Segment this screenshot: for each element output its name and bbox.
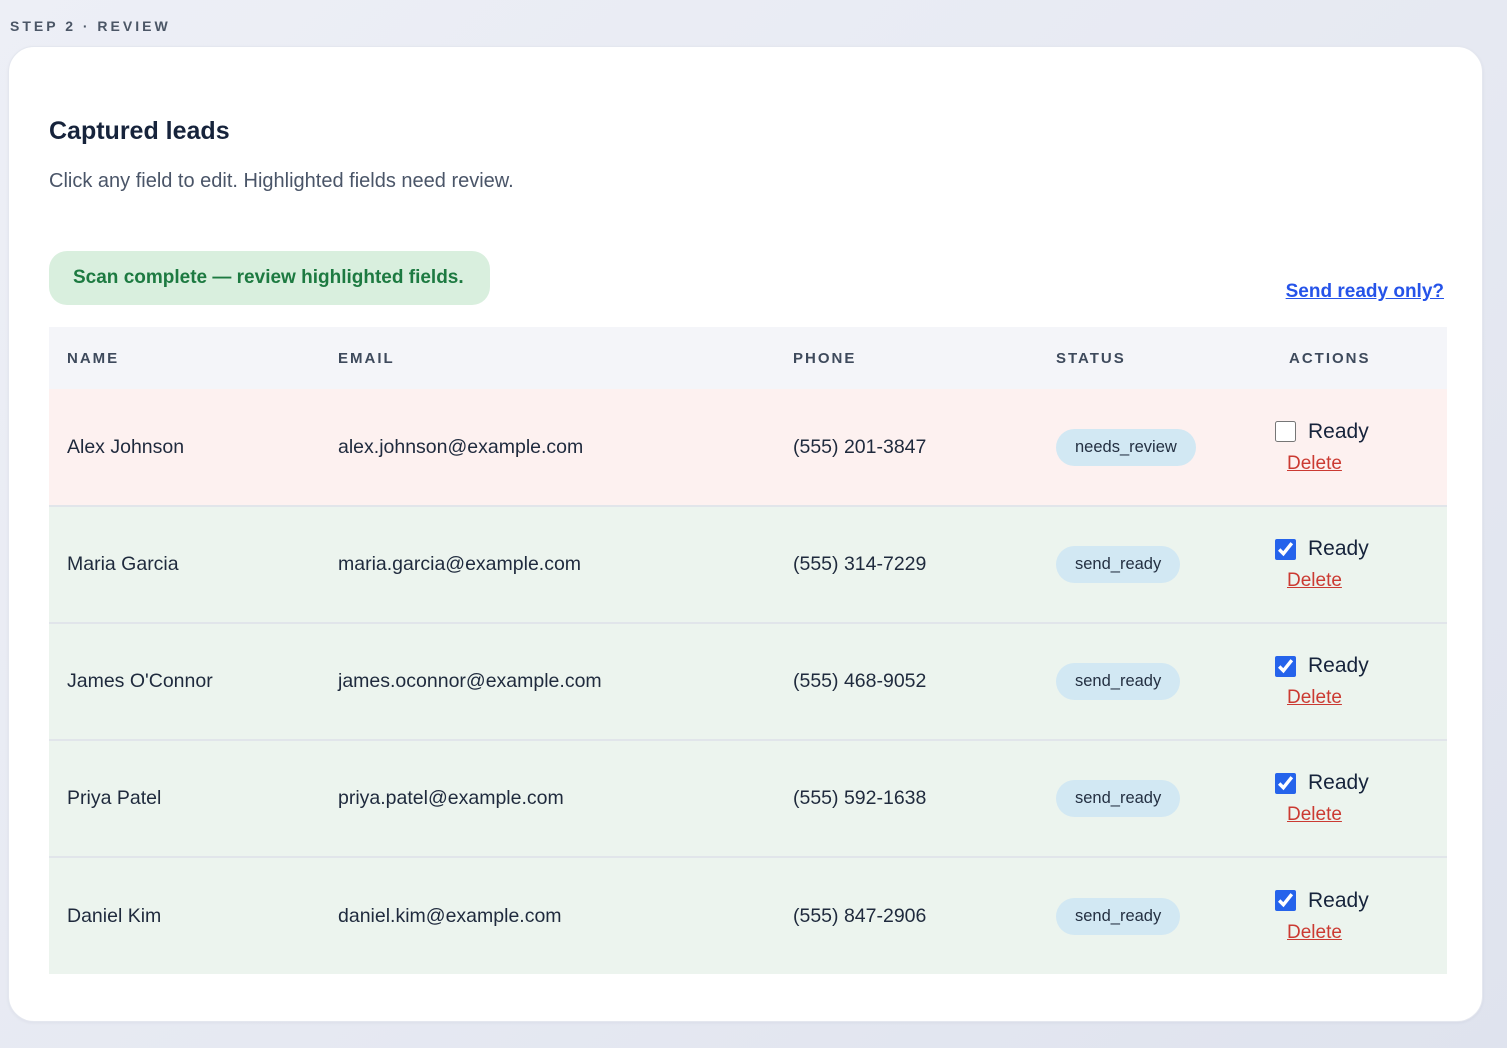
table-row: Alex Johnson alex.johnson@example.com (5… bbox=[49, 389, 1447, 506]
phone-field[interactable]: (555) 592-1638 bbox=[775, 740, 1038, 857]
phone-field[interactable]: (555) 468-9052 bbox=[775, 623, 1038, 740]
email-field[interactable]: james.oconnor@example.com bbox=[320, 623, 775, 740]
ready-checkbox[interactable] bbox=[1275, 773, 1296, 794]
header-actions: ACTIONS bbox=[1271, 327, 1447, 389]
header-email: EMAIL bbox=[320, 327, 775, 389]
header-phone: PHONE bbox=[775, 327, 1038, 389]
delete-link[interactable]: Delete bbox=[1287, 922, 1342, 944]
phone-field[interactable]: (555) 201-3847 bbox=[775, 389, 1038, 506]
name-field[interactable]: Priya Patel bbox=[49, 740, 320, 857]
page-subtitle: Click any field to edit. Highlighted fie… bbox=[49, 170, 1444, 193]
ready-label: Ready bbox=[1308, 889, 1369, 913]
scan-complete-banner: Scan complete — review highlighted field… bbox=[49, 251, 490, 305]
name-field[interactable]: Daniel Kim bbox=[49, 857, 320, 974]
ready-toggle[interactable]: Ready bbox=[1275, 537, 1369, 561]
email-field[interactable]: alex.johnson@example.com bbox=[320, 389, 775, 506]
ready-toggle[interactable]: Ready bbox=[1275, 889, 1369, 913]
send-ready-only-link[interactable]: Send ready only? bbox=[1286, 281, 1444, 303]
delete-link[interactable]: Delete bbox=[1287, 453, 1342, 475]
status-badge[interactable]: send_ready bbox=[1056, 780, 1180, 817]
email-field[interactable]: priya.patel@example.com bbox=[320, 740, 775, 857]
ready-checkbox[interactable] bbox=[1275, 539, 1296, 560]
delete-link[interactable]: Delete bbox=[1287, 570, 1342, 592]
header-name: NAME bbox=[49, 327, 320, 389]
email-field[interactable]: daniel.kim@example.com bbox=[320, 857, 775, 974]
ready-label: Ready bbox=[1308, 771, 1369, 795]
phone-field[interactable]: (555) 847-2906 bbox=[775, 857, 1038, 974]
captured-leads-card: Captured leads Click any field to edit. … bbox=[8, 46, 1483, 1022]
ready-label: Ready bbox=[1308, 654, 1369, 678]
ready-checkbox[interactable] bbox=[1275, 890, 1296, 911]
table-row: Maria Garcia maria.garcia@example.com (5… bbox=[49, 506, 1447, 623]
email-field[interactable]: maria.garcia@example.com bbox=[320, 506, 775, 623]
table-row: James O'Connor james.oconnor@example.com… bbox=[49, 623, 1447, 740]
phone-field[interactable]: (555) 314-7229 bbox=[775, 506, 1038, 623]
ready-checkbox[interactable] bbox=[1275, 656, 1296, 677]
table-row: Daniel Kim daniel.kim@example.com (555) … bbox=[49, 857, 1447, 974]
name-field[interactable]: Maria Garcia bbox=[49, 506, 320, 623]
delete-link[interactable]: Delete bbox=[1287, 687, 1342, 709]
ready-toggle[interactable]: Ready bbox=[1275, 654, 1369, 678]
delete-link[interactable]: Delete bbox=[1287, 804, 1342, 826]
table-row: Priya Patel priya.patel@example.com (555… bbox=[49, 740, 1447, 857]
ready-label: Ready bbox=[1308, 420, 1369, 444]
ready-label: Ready bbox=[1308, 537, 1369, 561]
status-badge[interactable]: send_ready bbox=[1056, 663, 1180, 700]
banner-row: Scan complete — review highlighted field… bbox=[49, 251, 1444, 305]
table-header-row: NAME EMAIL PHONE STATUS ACTIONS bbox=[49, 327, 1447, 389]
status-badge[interactable]: needs_review bbox=[1056, 429, 1196, 466]
header-status: STATUS bbox=[1038, 327, 1271, 389]
ready-toggle[interactable]: Ready bbox=[1275, 420, 1369, 444]
page-title: Captured leads bbox=[49, 117, 1444, 146]
ready-checkbox[interactable] bbox=[1275, 421, 1296, 442]
status-badge[interactable]: send_ready bbox=[1056, 898, 1180, 935]
status-badge[interactable]: send_ready bbox=[1056, 546, 1180, 583]
ready-toggle[interactable]: Ready bbox=[1275, 771, 1369, 795]
name-field[interactable]: Alex Johnson bbox=[49, 389, 320, 506]
leads-table: NAME EMAIL PHONE STATUS ACTIONS Alex Joh… bbox=[49, 327, 1447, 974]
name-field[interactable]: James O'Connor bbox=[49, 623, 320, 740]
step-indicator: STEP 2 · REVIEW bbox=[0, 0, 1507, 34]
